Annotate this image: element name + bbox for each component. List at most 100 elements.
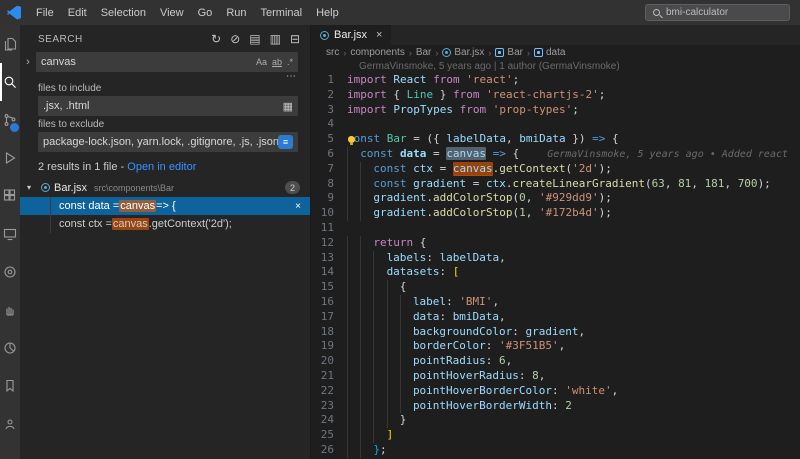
regex-toggle[interactable]: .*	[287, 57, 293, 67]
files-to-include-input[interactable]	[43, 100, 283, 112]
code-line[interactable]: 10 gradient.addColorStop(1, '#172b4d');	[311, 206, 800, 221]
breadcrumb-item-src[interactable]: src	[326, 47, 339, 58]
panel-title: SEARCH	[38, 33, 83, 45]
code-line[interactable]: 21 pointHoverRadius: 8,	[311, 369, 800, 384]
code-line-text: datasets: [	[347, 265, 800, 280]
pie-chart-icon[interactable]	[0, 329, 20, 367]
menu-help[interactable]: Help	[309, 3, 346, 23]
search-input[interactable]	[41, 56, 256, 68]
code-token: import	[347, 87, 394, 101]
open-search-editor-icon[interactable]: ▤	[249, 32, 260, 46]
code-token: {	[512, 146, 520, 160]
run-debug-icon[interactable]	[0, 139, 20, 177]
code-line[interactable]: 12 return {	[311, 236, 800, 251]
breadcrumb-item-components[interactable]: components	[350, 47, 404, 58]
search-match-row[interactable]: const ctx = canvas .getContext('2d');	[20, 215, 310, 233]
code-token: labelData	[439, 250, 500, 264]
files-to-exclude-input[interactable]	[43, 136, 278, 148]
dismiss-match-icon[interactable]: ×	[295, 201, 301, 212]
code-line[interactable]: 14 datasets: [	[311, 265, 800, 280]
indent-guide	[373, 251, 386, 266]
code-line[interactable]: 11	[311, 221, 800, 236]
code-line[interactable]: 17 data: bmiData,	[311, 310, 800, 325]
code-line[interactable]: 20 pointRadius: 6,	[311, 354, 800, 369]
menu-run[interactable]: Run	[219, 3, 253, 23]
source-control-icon[interactable]	[0, 101, 20, 139]
code-line-text: import PropTypes from 'prop-types';	[347, 103, 800, 118]
code-token: backgroundColor	[412, 324, 513, 338]
whole-word-toggle[interactable]: ab	[272, 57, 282, 67]
code-line[interactable]: 23 pointHoverBorderWidth: 2	[311, 399, 800, 414]
code-line[interactable]: 3 import PropTypes from 'prop-types';	[311, 103, 800, 118]
code-line[interactable]: 6 const data = canvas => {GermaVinsmoke,…	[311, 146, 800, 162]
code-token: data	[412, 309, 440, 323]
search-only-open-editors-icon[interactable]: ▦	[283, 100, 293, 113]
code-token: :	[518, 368, 533, 382]
use-exclude-settings-toggle[interactable]: ≡	[278, 135, 293, 149]
extensions-icon[interactable]	[0, 177, 20, 215]
refresh-icon[interactable]: ↻	[211, 32, 221, 46]
remote-monitor-icon[interactable]	[0, 215, 20, 253]
toggle-replace-button[interactable]: ›	[20, 56, 36, 68]
menu-go[interactable]: Go	[191, 3, 220, 23]
code-token: addColorStop	[432, 206, 513, 220]
code-line[interactable]: 5 const Bar = ({ labelData, bmiData }) =>…	[311, 132, 800, 147]
code-line[interactable]: 13 labels: labelData,	[311, 251, 800, 266]
code-line[interactable]: 15 {	[311, 280, 800, 295]
window-search-box[interactable]: bmi-calculator	[645, 4, 790, 21]
code-line[interactable]: 9 gradient.addColorStop(0, '#929dd9');	[311, 191, 800, 206]
code-line[interactable]: 25 ]	[311, 428, 800, 443]
search-icon[interactable]	[0, 63, 20, 101]
menu-view[interactable]: View	[153, 3, 191, 23]
menu-edit[interactable]: Edit	[61, 3, 94, 23]
breadcrumb-item-bar[interactable]: Bar	[416, 47, 432, 58]
indent-guide	[373, 399, 386, 414]
close-tab-icon[interactable]: ×	[376, 29, 382, 41]
code-token: 0	[519, 191, 526, 205]
breadcrumb-separator: ›	[343, 47, 347, 58]
view-as-tree-icon[interactable]: ▥	[270, 32, 281, 46]
breadcrumb-item-bar[interactable]: Bar	[495, 47, 523, 58]
indent-guide	[360, 354, 373, 369]
breadcrumb-item-bar-jsx[interactable]: Bar.jsx	[442, 47, 484, 58]
gitlens-authors-lens[interactable]: GermaVinsmoke, 5 years ago | 1 author (G…	[311, 60, 800, 73]
indent-guide	[387, 325, 400, 340]
broadcast-icon[interactable]	[0, 405, 20, 443]
window-search-text: bmi-calculator	[666, 7, 729, 18]
indent-guide	[373, 384, 386, 399]
toggle-search-details-button[interactable]: ⋯	[20, 72, 296, 82]
code-line[interactable]: 1 import React from 'react';	[311, 73, 800, 88]
results-count-text: 2 results in 1 file -	[38, 161, 128, 173]
react-file-icon	[442, 48, 452, 57]
indent-guide	[400, 384, 413, 399]
code-line[interactable]: 26 };	[311, 443, 800, 458]
code-token: 'prop-types'	[492, 102, 573, 116]
code-line[interactable]: 8 const gradient = ctx.createLinearGradi…	[311, 177, 800, 192]
code-line[interactable]: 4	[311, 117, 800, 132]
code-line[interactable]: 24 }	[311, 413, 800, 428]
match-case-toggle[interactable]: Aa	[256, 57, 267, 67]
result-file-row[interactable]: ▾ Bar.jsx src\components\Bar 2	[20, 178, 310, 197]
react-file-icon	[41, 183, 50, 192]
hand-icon[interactable]	[0, 291, 20, 329]
tab-bar-jsx[interactable]: Bar.jsx ×	[311, 25, 392, 45]
code-line[interactable]: 18 backgroundColor: gradient,	[311, 325, 800, 340]
code-line[interactable]: 7 const ctx = canvas.getContext('2d');	[311, 161, 800, 177]
menu-selection[interactable]: Selection	[94, 3, 153, 23]
indent-guide	[387, 369, 400, 384]
bookmark-icon[interactable]	[0, 367, 20, 405]
code-line[interactable]: 22 pointHoverBorderColor: 'white',	[311, 384, 800, 399]
code-line[interactable]: 2 import { Line } from 'react-chartjs-2';	[311, 88, 800, 103]
code-line[interactable]: 16 label: 'BMI',	[311, 295, 800, 310]
code-line[interactable]: 19 borderColor: '#3F51B5',	[311, 339, 800, 354]
explorer-icon[interactable]	[0, 25, 20, 63]
open-in-editor-link[interactable]: Open in editor	[127, 161, 196, 173]
menu-terminal[interactable]: Terminal	[254, 3, 310, 23]
camera-icon[interactable]	[0, 253, 20, 291]
search-match-row[interactable]: const data = canvas => {×	[20, 197, 310, 215]
breadcrumb-item-data[interactable]: data	[533, 47, 565, 58]
menu-file[interactable]: File	[29, 3, 61, 23]
code-editor[interactable]: 1 import React from 'react'; 2 import { Lin…	[311, 73, 800, 459]
clear-results-icon[interactable]: ⊘	[230, 32, 240, 46]
collapse-all-icon[interactable]: ⊟	[290, 32, 300, 46]
